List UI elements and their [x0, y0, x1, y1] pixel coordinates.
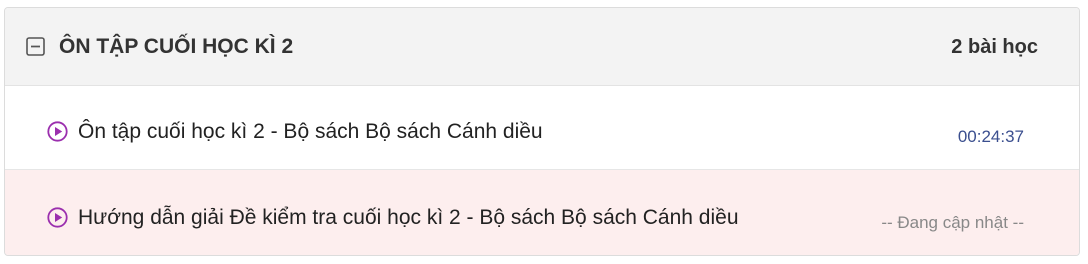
lesson-title[interactable]: Ôn tập cuối học kì 2 - Bộ sách Bộ sách C…	[78, 119, 543, 145]
lesson-status: -- Đang cập nhật --	[881, 213, 1024, 232]
lesson-count: 2 bài học	[951, 36, 1038, 58]
lesson-title[interactable]: Hướng dẫn giải Đề kiểm tra cuối học kì 2…	[78, 205, 739, 231]
lesson-row[interactable]: Ôn tập cuối học kì 2 - Bộ sách Bộ sách C…	[5, 86, 1079, 170]
course-section: ÔN TẬP CUỐI HỌC KÌ 2 2 bài học Ôn tập cu…	[4, 7, 1080, 256]
play-circle-icon[interactable]	[47, 207, 68, 228]
section-header[interactable]: ÔN TẬP CUỐI HỌC KÌ 2 2 bài học	[5, 8, 1079, 86]
minus-square-icon[interactable]	[26, 37, 45, 56]
play-circle-icon[interactable]	[47, 121, 68, 142]
lesson-duration: 00:24:37	[957, 127, 1024, 146]
lesson-row[interactable]: Hướng dẫn giải Đề kiểm tra cuối học kì 2…	[5, 170, 1079, 255]
section-title: ÔN TẬP CUỐI HỌC KÌ 2	[59, 35, 294, 58]
